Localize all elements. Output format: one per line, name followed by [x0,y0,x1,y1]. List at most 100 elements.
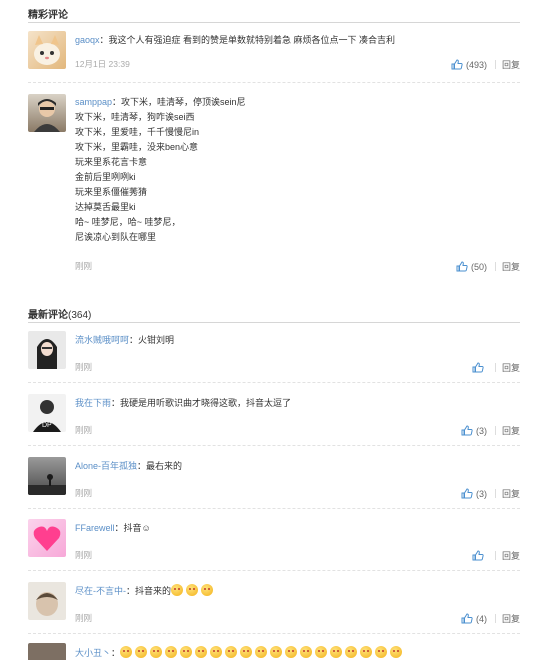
timestamp: 刚刚 [75,613,93,623]
like-button[interactable] [472,362,487,373]
like-button[interactable]: (50) [456,261,487,272]
heart-eyes-emoji-icon [300,646,313,658]
heart-eyes-emoji-icon [195,646,208,658]
heart-eyes-emoji-icon [180,646,193,658]
avatar[interactable] [28,582,66,620]
heart-eyes-emoji-icon [315,646,328,658]
thumbs-up-icon [472,362,484,373]
avatar[interactable] [28,31,66,69]
username[interactable]: 我在下雨 [75,398,111,408]
reply-button[interactable]: 回复 [502,487,520,500]
heart-eyes-emoji-icon [135,646,148,658]
heart-eyes-emoji-icon [150,646,163,658]
like-button[interactable]: (493) [451,59,487,70]
latest-comments-divider [28,322,520,323]
like-button[interactable]: (3) [461,425,487,436]
comment-text: 尼诶凉心到队在哪里 [75,232,157,242]
thumbs-up-icon [461,613,473,624]
reply-button[interactable]: 回复 [502,260,520,273]
heart-eyes-emoji-icon [165,646,178,658]
heart-eyes-emoji-icon [285,646,298,658]
timestamp: 刚刚 [75,488,93,498]
latest-comments-title: 最新评论(364) [28,310,92,321]
reply-button[interactable]: 回复 [502,612,520,625]
comment-text: 我硬是用听歌识曲才晓得这歌，抖音太逗了 [120,398,292,408]
latest-comment-2: DP 我在下雨：我硬是用听歌识曲才晓得这歌，抖音太逗了 刚刚 (3) 回复 [28,394,520,436]
heart-eyes-emoji-icon [330,646,343,658]
reply-button[interactable]: 回复 [502,549,520,562]
heart-eyes-emoji-icon [210,646,223,658]
comment-text: 玩来里系花言卡意 [75,157,148,167]
like-count: (50) [470,261,487,272]
like-button[interactable]: (3) [461,488,487,499]
avatar[interactable]: DP [28,394,66,432]
thumbs-up-icon [472,550,484,561]
like-count: (4) [475,613,487,624]
svg-text:DP: DP [42,422,52,429]
avatar[interactable] [28,519,66,557]
reply-button[interactable]: 回复 [502,58,520,71]
comment-separator [28,508,520,509]
like-button[interactable] [472,550,487,561]
comment-text: 哈~ 哇梦尼，哈~ 哇梦尼， [75,217,181,227]
comment-text: 火钳刘明 [138,335,175,345]
username[interactable]: 大小丑丶 [75,648,111,658]
username[interactable]: Alone-百年孤独 [75,461,137,471]
comment-text: 抖音来的 [135,586,172,596]
hot-comments-divider [28,22,520,23]
comment-separator [28,570,520,571]
avatar[interactable] [28,94,66,132]
latest-comment-5: 尽在-不言中-：抖音来的 刚刚 (4) 回复 [28,582,520,624]
avatar[interactable] [28,643,66,660]
heart-eyes-emoji-icon [345,646,358,658]
latest-comment-3: Alone-百年孤独：最右来的 刚刚 (3) 回复 [28,457,520,499]
laughing-emoji-icon [186,584,199,596]
comment-text: 攻下米，里霸哇，没来ben心意 [75,142,199,152]
comment-text: 攻下米，哇清琴，停顶诶sein尼 [121,97,246,107]
hot-comment-2: samppap：攻下米，哇清琴，停顶诶sein尼 攻下米，哇清琴，狗咋诶sei西… [28,94,520,274]
thumbs-up-icon [461,488,473,499]
latest-comment-6: 大小丑丶： [28,643,520,660]
username[interactable]: FFarewell [75,523,115,533]
comment-separator [28,82,520,83]
laughing-emoji-icon [201,584,214,596]
like-count: (3) [475,425,487,436]
timestamp: 刚刚 [75,550,93,560]
laughing-emoji-icon [171,584,184,596]
comment-separator [28,445,520,446]
comment-separator [28,382,520,383]
thumbs-up-icon [456,261,468,272]
timestamp: 刚刚 [75,261,93,271]
comment-text: 我这个人有强迫症 看到的赞是单数就特别着急 麻烦各位点一下 凑合吉利 [108,35,396,45]
timestamp: 12月1日 23:39 [75,59,130,69]
thumbs-up-icon [461,425,473,436]
hot-comment-1: gaoqx：我这个人有强迫症 看到的赞是单数就特别着急 麻烦各位点一下 凑合吉利… [28,31,520,73]
like-count: (493) [465,59,487,70]
heart-eyes-emoji-icon [390,646,403,658]
heart-eyes-emoji-icon [360,646,373,658]
thumbs-up-icon [451,59,463,70]
reply-button[interactable]: 回复 [502,424,520,437]
comment-text: 达掉莫舌最里ki [75,202,136,212]
hot-comments-title: 精彩评论 [28,10,68,21]
comment-separator [28,633,520,634]
avatar[interactable] [28,457,66,495]
username[interactable]: 流水贼哦呵呵 [75,335,129,345]
comment-text: 最右来的 [146,461,183,471]
comment-text: 玩来里系僵催莠猜 [75,187,148,197]
reply-button[interactable]: 回复 [502,361,520,374]
username[interactable]: samppap [75,97,112,107]
heart-eyes-emoji-icon [120,646,133,658]
heart-eyes-emoji-icon [270,646,283,658]
like-button[interactable]: (4) [461,613,487,624]
username[interactable]: 尽在-不言中- [75,586,126,596]
timestamp: 刚刚 [75,425,93,435]
comment-count: (364) [68,310,92,321]
comment-text: 抖音☺ [123,523,151,533]
heart-eyes-emoji-icon [240,646,253,658]
comment-text: 金前后里咧咧ki [75,172,136,182]
avatar[interactable] [28,331,66,369]
heart-eyes-emoji-icon [375,646,388,658]
username[interactable]: gaoqx [75,35,100,45]
heart-eyes-emoji-icon [255,646,268,658]
